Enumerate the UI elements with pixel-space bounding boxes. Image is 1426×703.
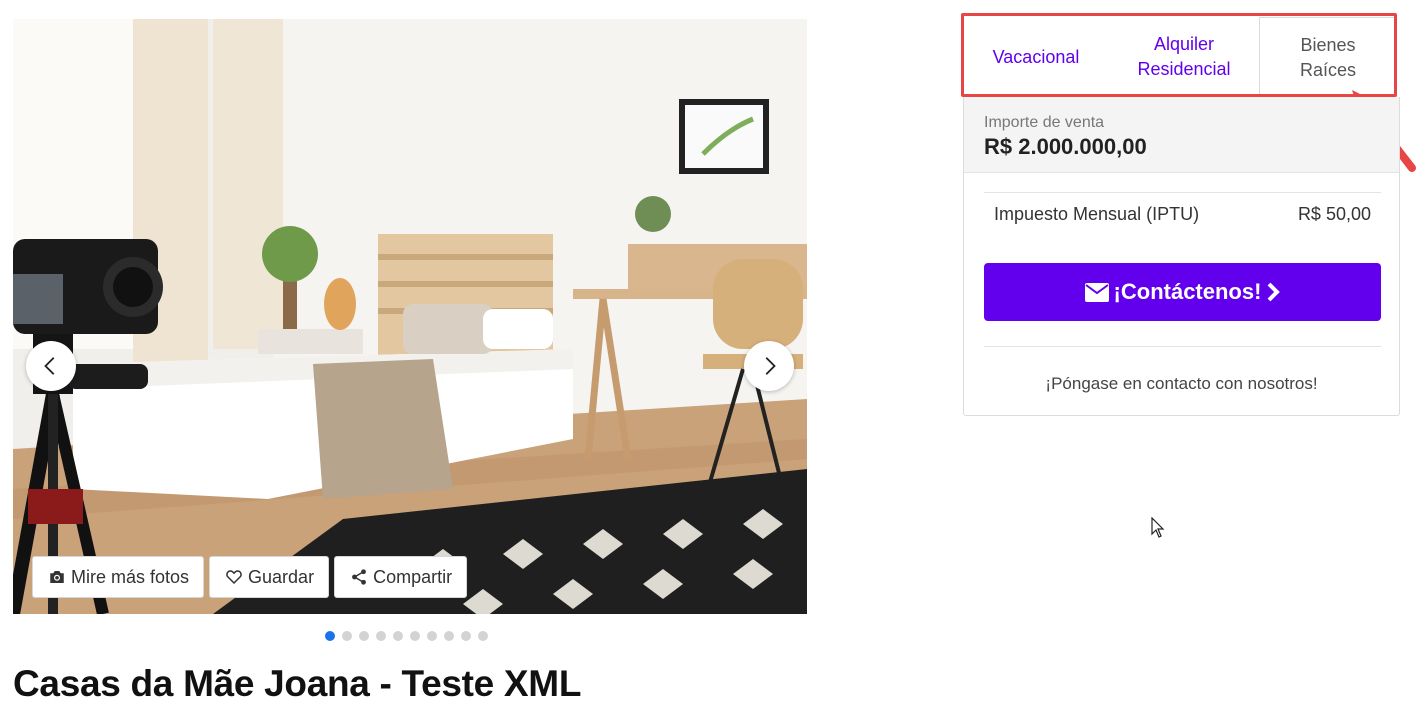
more-photos-button[interactable]: Mire más fotos	[32, 556, 205, 598]
next-photo-button[interactable]	[744, 341, 794, 391]
pagination-dot-active[interactable]	[325, 631, 335, 641]
more-photos-label: Mire más fotos	[71, 566, 190, 587]
tab-vacacional[interactable]: Vacacional	[963, 17, 1109, 97]
property-photo	[13, 19, 807, 614]
pagination-dot[interactable]	[444, 631, 454, 641]
chevron-right-icon	[1268, 282, 1281, 302]
tab-alquiler-residencial[interactable]: Alquiler Residencial	[1109, 17, 1259, 97]
pagination-dot[interactable]	[376, 631, 386, 641]
pagination-dot[interactable]	[427, 631, 437, 641]
contact-us-button[interactable]: ¡Contáctenos!	[984, 263, 1381, 321]
pagination-dot[interactable]	[478, 631, 488, 641]
chevron-right-icon	[765, 357, 776, 375]
save-label: Guardar	[248, 566, 315, 587]
pagination-dot[interactable]	[342, 631, 352, 641]
sale-price-label: Importe de venta	[984, 114, 1105, 131]
contact-prompt-text: ¡Póngase en contacto con nosotros!	[1045, 374, 1318, 393]
sale-price-value: R$ 2.000.000,00	[984, 134, 1147, 159]
monthly-tax-value: R$ 50,00	[1297, 204, 1371, 224]
share-label: Compartir	[373, 566, 453, 587]
listing-title: Casas da Mãe Joana - Teste XML	[13, 663, 582, 703]
monthly-tax-label: Impuesto Mensual (IPTU)	[994, 204, 1200, 224]
tab-bienes-raices-label: Bienes Raíces	[1299, 34, 1357, 80]
photo-actions: Mire más fotos Guardar Compartir	[32, 556, 468, 598]
sale-price-section: Importe de venta R$ 2.000.000,00	[964, 97, 1399, 173]
pagination-dot[interactable]	[393, 631, 403, 641]
contact-us-label: ¡Contáctenos!	[1113, 279, 1262, 304]
share-button[interactable]: Compartir	[334, 556, 468, 598]
tab-vacacional-label: Vacacional	[992, 46, 1080, 67]
mouse-cursor-icon	[1151, 517, 1165, 538]
previous-photo-button[interactable]	[26, 341, 76, 391]
price-card: Importe de venta R$ 2.000.000,00 Impuest…	[963, 97, 1400, 416]
listing-type-tabs: Vacacional Alquiler Residencial Bienes Raí…	[963, 17, 1397, 97]
heart-icon	[226, 570, 242, 585]
monthly-tax-row: Impuesto Mensual (IPTU) R$ 50,00	[984, 192, 1381, 236]
envelope-icon	[1084, 282, 1109, 302]
pagination-dot[interactable]	[410, 631, 420, 641]
tab-alquiler-residencial-label: Alquiler Residencial	[1137, 34, 1231, 79]
photo-gallery: Mire más fotos Guardar Compartir	[13, 19, 807, 614]
camera-icon	[50, 571, 64, 583]
save-button[interactable]: Guardar	[209, 556, 330, 598]
card-divider	[984, 346, 1381, 347]
chevron-left-icon	[44, 357, 55, 375]
photo-pagination	[325, 631, 488, 641]
pagination-dot[interactable]	[461, 631, 471, 641]
share-icon	[352, 569, 366, 585]
tab-bienes-raices[interactable]: Bienes Raíces	[1259, 17, 1397, 97]
pagination-dot[interactable]	[359, 631, 369, 641]
